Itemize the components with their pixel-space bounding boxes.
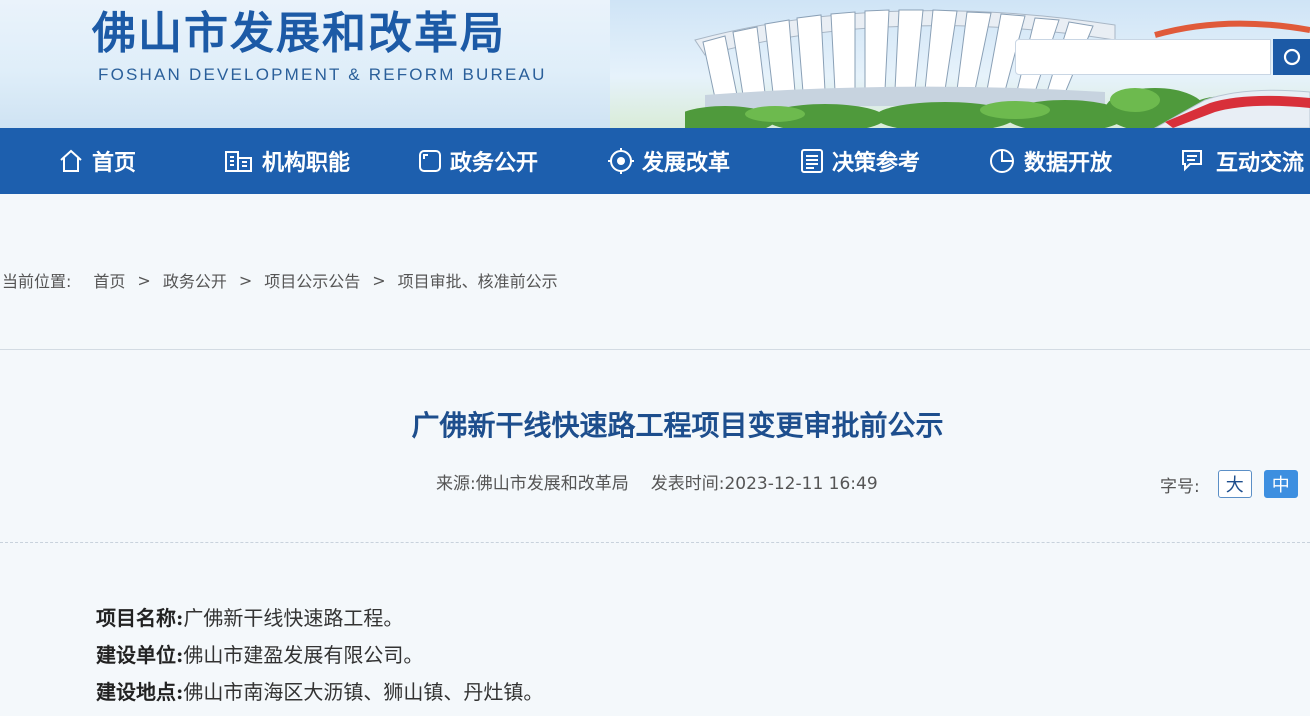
- home-icon: [60, 149, 82, 172]
- nav-item-development-reform[interactable]: 发展改革: [608, 128, 730, 194]
- search-button[interactable]: [1273, 39, 1310, 75]
- nav-item-label: 发展改革: [642, 151, 731, 176]
- nav-item-open-data[interactable]: 数据开放: [988, 128, 1112, 194]
- nav-item-label: 互动交流: [1216, 151, 1305, 176]
- breadcrumb: 当前位置: 首页 > 政务公开 > 项目公示公告 > 项目审批、核准前公示: [2, 268, 558, 292]
- font-size-control: 字号: 大 中: [1160, 470, 1310, 498]
- breadcrumb-separator: >: [137, 270, 151, 290]
- document-icon: [801, 149, 823, 173]
- nav-item-label: 政务公开: [450, 151, 539, 176]
- pie-chart-icon: [990, 149, 1014, 173]
- nav-item-label: 机构职能: [262, 151, 351, 176]
- building-icon: [225, 151, 252, 172]
- nav-item-label: 首页: [92, 151, 137, 176]
- chat-icon: [1182, 150, 1202, 172]
- field-row: 建设地点:佛山市南海区大沥镇、狮山镇、丹灶镇。: [96, 674, 543, 711]
- breadcrumb-separator: >: [238, 270, 253, 290]
- search-icon: [1283, 48, 1300, 66]
- nav-item-interaction[interactable]: 互动交流: [1180, 128, 1304, 194]
- source-value: 佛山市发展和改革局: [475, 474, 629, 494]
- field-value: 佛山市建盈发展有限公司。: [183, 643, 424, 667]
- field-value: 广佛新干线快速路工程。: [183, 606, 404, 630]
- font-size-large-button[interactable]: 大: [1217, 470, 1252, 498]
- article-meta: 来源:佛山市发展和改革局 发表时间:2023-12-11 16:49: [436, 472, 878, 496]
- breadcrumb-label: 当前位置:: [2, 272, 72, 291]
- field-value: 佛山市南海区大沥镇、狮山镇、丹灶镇。: [183, 680, 544, 704]
- font-size-label: 字号:: [1160, 476, 1200, 497]
- search-input[interactable]: [1015, 39, 1271, 75]
- breadcrumb-link-government-affairs[interactable]: 政务公开: [163, 268, 227, 292]
- site-title: 佛山市发展和改革局: [92, 8, 506, 59]
- nav-item-label: 决策参考: [832, 151, 921, 176]
- site-subtitle: FOSHAN DEVELOPMENT & REFORM BUREAU: [98, 65, 547, 84]
- publish-time-label: 发表时间:: [650, 474, 725, 494]
- article-body: 项目名称:广佛新干线快速路工程。 建设单位:佛山市建盈发展有限公司。 建设地点:…: [96, 600, 543, 711]
- nav-item-decision-reference[interactable]: 决策参考: [800, 128, 920, 194]
- article-title: 广佛新干线快速路工程项目变更审批前公示: [411, 409, 944, 442]
- field-key: 建设单位:: [96, 643, 184, 667]
- square-icon: [419, 150, 441, 172]
- header-banner: 佛山市发展和改革局 FOSHAN DEVELOPMENT & REFORM BU…: [0, 0, 1310, 128]
- nav-item-organization[interactable]: 机构职能: [224, 128, 350, 194]
- main-nav: 首页 机构职能 政务公开 发展改革 决策参考 数据开放 互动交流: [0, 128, 1310, 194]
- field-row: 建设单位:佛山市建盈发展有限公司。: [96, 637, 543, 674]
- font-size-medium-button[interactable]: 中: [1263, 470, 1298, 498]
- field-key: 项目名称:: [96, 606, 184, 630]
- target-icon: [608, 148, 634, 174]
- nav-item-government-affairs[interactable]: 政务公开: [418, 128, 538, 194]
- nav-item-home[interactable]: 首页: [58, 128, 136, 194]
- divider: [0, 349, 1310, 350]
- publish-time-value: 2023-12-11 16:49: [724, 474, 878, 494]
- field-key: 建设地点:: [96, 680, 184, 704]
- breadcrumb-link-project-notices[interactable]: 项目公示公告: [264, 268, 360, 292]
- source-label: 来源:: [436, 474, 476, 494]
- breadcrumb-separator: >: [372, 270, 386, 290]
- breadcrumb-link-home[interactable]: 首页: [93, 268, 125, 292]
- field-row: 项目名称:广佛新干线快速路工程。: [96, 600, 543, 637]
- nav-item-label: 数据开放: [1024, 151, 1113, 176]
- breadcrumb-link-current[interactable]: 项目审批、核准前公示: [398, 268, 558, 292]
- divider: [0, 542, 1310, 543]
